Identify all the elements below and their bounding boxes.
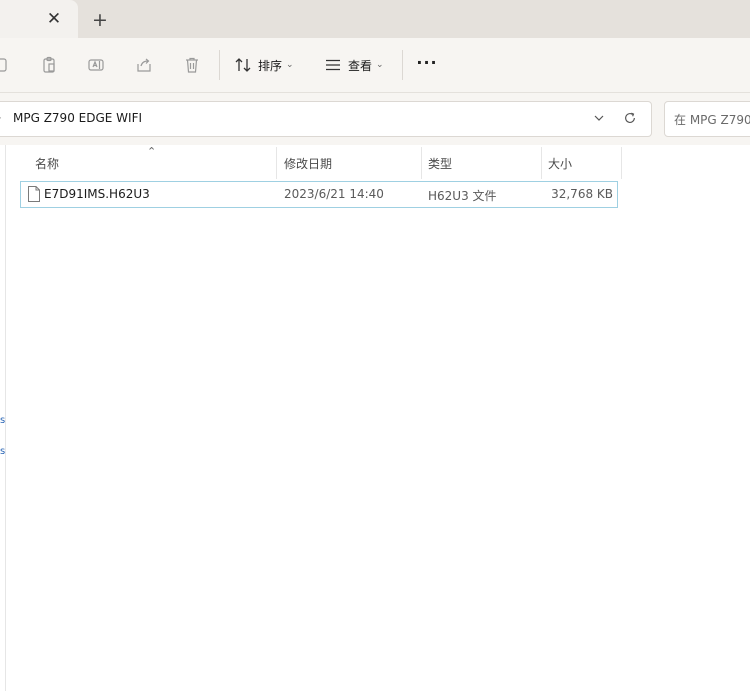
toolbar-separator — [219, 50, 220, 80]
view-label: 查看 — [348, 58, 373, 73]
sort-icon — [234, 56, 252, 74]
column-divider[interactable] — [421, 147, 422, 179]
column-header-name[interactable]: 名称 — [35, 147, 59, 179]
search-placeholder: 在 MPG Z790 EDGE WIFI 中搜索 — [674, 113, 750, 127]
view-icon — [324, 56, 342, 74]
chevron-down-icon: ⌄ — [376, 60, 384, 70]
column-header-size[interactable]: 大小 — [548, 147, 572, 179]
search-box[interactable]: 在 MPG Z790 EDGE WIFI 中搜索 — [664, 101, 750, 137]
delete-icon[interactable] — [181, 54, 203, 76]
column-divider[interactable] — [621, 147, 622, 179]
file-size: 32,768 KB — [551, 187, 613, 201]
column-divider[interactable] — [276, 147, 277, 179]
nav-item-fragment[interactable]: s — [0, 415, 5, 426]
toolbar-separator — [402, 50, 403, 80]
paste-icon[interactable] — [38, 54, 60, 76]
active-tab[interactable]: ✕ — [0, 0, 78, 38]
refresh-icon[interactable] — [621, 109, 639, 127]
cut-icon[interactable] — [0, 54, 12, 76]
address-history-dropdown-icon[interactable] — [591, 110, 607, 126]
rename-icon[interactable] — [85, 54, 107, 76]
view-button[interactable]: 查看 ⌄ — [324, 52, 384, 78]
breadcrumb-current-folder[interactable]: MPG Z790 EDGE WIFI — [13, 111, 142, 125]
file-list-pane: s s ⌃ 名称 修改日期 类型 大小 E7D91IMS.H62U3 2023/… — [0, 145, 750, 691]
address-row: › MPG Z790 EDGE WIFI 在 MPG Z790 EDGE WIF… — [0, 93, 750, 145]
column-divider[interactable] — [541, 147, 542, 179]
file-row[interactable]: E7D91IMS.H62U3 2023/6/21 14:40 H62U3 文件 … — [20, 181, 618, 208]
command-bar: 排序 ⌄ 查看 ⌄ ··· — [0, 38, 750, 93]
navigation-pane-edge[interactable]: s s — [0, 145, 6, 691]
sort-label: 排序 — [258, 58, 283, 73]
file-modified: 2023/6/21 14:40 — [284, 187, 384, 201]
tab-strip: ✕ + — [0, 0, 750, 38]
more-options-button[interactable]: ··· — [416, 54, 438, 76]
breadcrumb-chevron-icon[interactable]: › — [0, 111, 1, 124]
file-icon — [27, 185, 41, 203]
new-tab-button[interactable]: + — [89, 9, 111, 31]
column-header-type[interactable]: 类型 — [428, 147, 452, 179]
close-tab-icon[interactable]: ✕ — [44, 9, 64, 29]
nav-item-fragment[interactable]: s — [0, 446, 5, 457]
file-name: E7D91IMS.H62U3 — [44, 187, 150, 201]
share-icon[interactable] — [133, 54, 155, 76]
address-bar[interactable]: › MPG Z790 EDGE WIFI — [0, 101, 652, 137]
sort-button[interactable]: 排序 ⌄ — [234, 52, 294, 78]
chevron-down-icon: ⌄ — [286, 60, 294, 70]
file-type: H62U3 文件 — [428, 189, 497, 203]
column-header-modified[interactable]: 修改日期 — [284, 147, 332, 179]
sort-ascending-icon: ⌃ — [147, 145, 157, 158]
